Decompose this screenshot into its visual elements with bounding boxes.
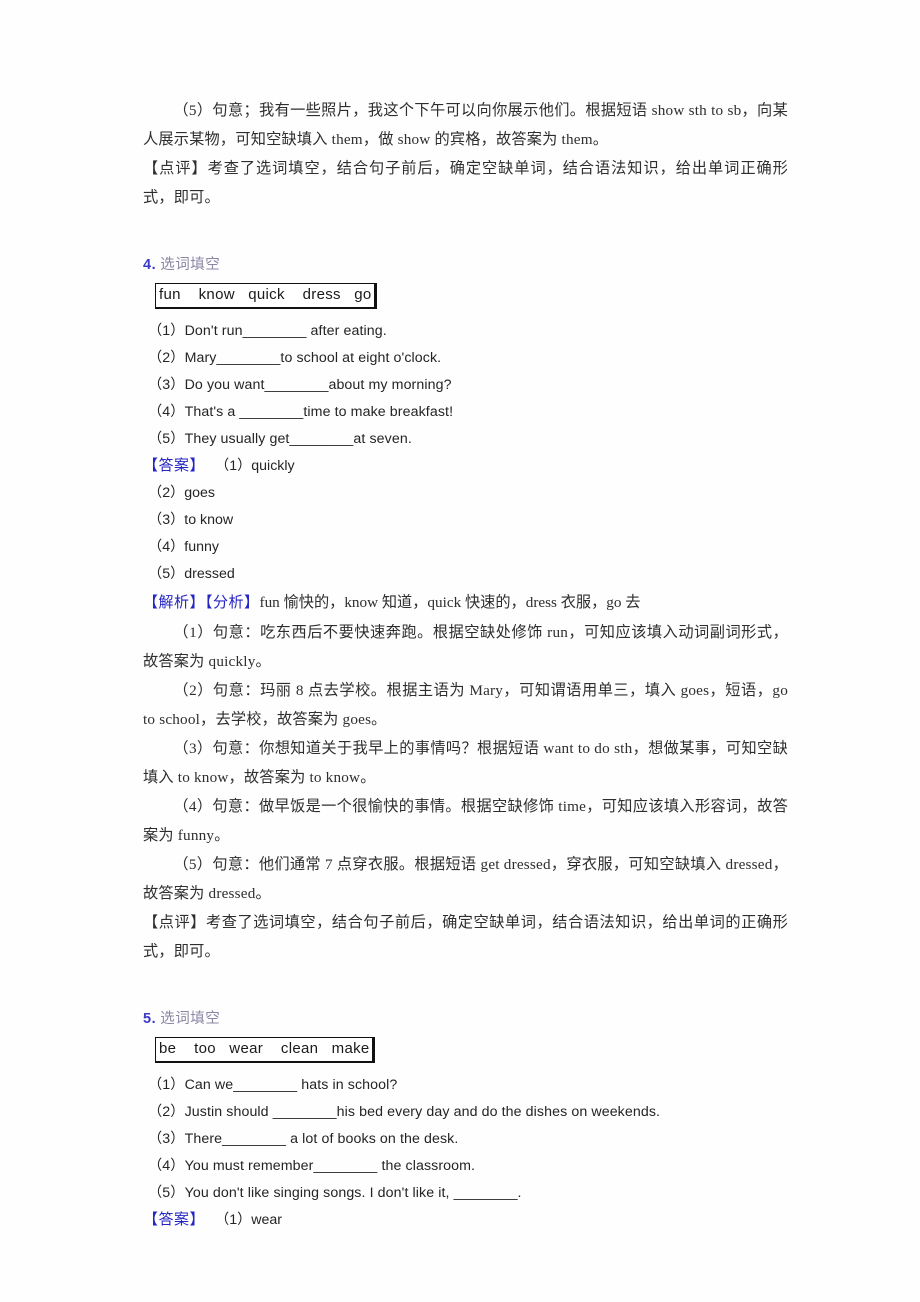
word-bank-words-5: be too wear clean make (159, 1040, 370, 1057)
question-item: （3）Do you want________about my morning? (148, 377, 452, 393)
word-bank-words-4: fun know quick dress go (159, 286, 372, 303)
question-item: （2）Mary________to school at eight o'cloc… (148, 350, 442, 366)
explanation-item-5: （5）句意；我有一些照片，我这个下午可以向你展示他们。根据短语 show sth… (143, 102, 788, 148)
answer-item-row: （3）to know (148, 512, 234, 528)
answer-first-line-5: 【答案】 （1）wear (143, 1207, 788, 1234)
question-item: （1）Can we________ hats in school? (148, 1077, 398, 1093)
comment-body-top: 考查了选词填空，结合句子前后，确定空缺单词，结合语法知识，给出单词正确形式，即可… (143, 160, 788, 206)
question-item: （4）That's a ________time to make breakfa… (148, 404, 454, 420)
answer-tag-4: 【答案】 (143, 458, 206, 474)
comment-paragraph-4: 【点评】考查了选词填空，结合句子前后，确定空缺单词，结合语法知识，给出单词的正确… (143, 908, 788, 966)
analysis-item: （2）句意：玛丽 8 点去学校。根据主语为 Mary，可知谓语用单三，填入 go… (143, 682, 788, 728)
answer-item-row: （2）goes (148, 485, 216, 501)
page-content: （5）句意；我有一些照片，我这个下午可以向你展示他们。根据短语 show sth… (143, 96, 788, 1234)
section-title-5: 选词填空 (160, 1011, 221, 1027)
analysis-tag-4: 【解析】 (143, 595, 206, 611)
document-page: （5）句意；我有一些照片，我这个下午可以向你展示他们。根据短语 show sth… (0, 0, 920, 1302)
answer-item: （1）quickly (215, 458, 295, 474)
section-title-4: 选词填空 (160, 257, 221, 273)
comment-paragraph-top: 【点评】考查了选词填空，结合句子前后，确定空缺单词，结合语法知识，给出单词正确形… (143, 154, 788, 212)
comment-tag-4: 【点评】 (143, 914, 206, 931)
word-bank-box-4: fun know quick dress go (155, 283, 377, 309)
analysis-item: （4）句意：做早饭是一个很愉快的事情。根据空缺修饰 time，可知应该填入形容词… (143, 798, 788, 844)
answer-first-line-4: 【答案】 （1）quickly (143, 453, 788, 480)
answer-item-row: （4）funny (148, 539, 219, 555)
answer-tag-5: 【答案】 (143, 1212, 206, 1228)
section-heading-4: 4. 选词填空 (143, 252, 788, 278)
question-item: （1）Don't run________ after eating. (148, 323, 387, 339)
analysis-item: （5）句意：他们通常 7 点穿衣服。根据短语 get dressed，穿衣服，可… (143, 856, 788, 902)
analysis-heading-4: 【解析】【分析】fun 愉快的，know 知道，quick 快速的，dress … (143, 588, 788, 618)
analysis-head-text-4: fun 愉快的，know 知道，quick 快速的，dress 衣服，go 去 (259, 594, 641, 611)
analysis-item: （1）句意：吃东西后不要快速奔跑。根据空缺处修饰 run，可知应该填入动词副词形… (143, 624, 788, 670)
question-item: （2）Justin should ________his bed every d… (148, 1104, 661, 1120)
section-number-4: 4. (143, 257, 157, 273)
section-heading-5: 5. 选词填空 (143, 1006, 788, 1032)
analysis-subtag-4: 【分析】 (205, 595, 260, 611)
comment-body-4: 考查了选词填空，结合句子前后，确定空缺单词，结合语法知识，给出单词的正确形式，即… (143, 914, 788, 960)
word-bank-box-5: be too wear clean make (155, 1037, 375, 1063)
question-item: （3）There________ a lot of books on the d… (148, 1131, 459, 1147)
analysis-item: （3）句意：你想知道关于我早上的事情吗？根据短语 want to do sth，… (143, 740, 788, 786)
section-number-5: 5. (143, 1011, 157, 1027)
comment-tag-top: 【点评】 (143, 160, 208, 177)
question-item: （5）They usually get________at seven. (148, 431, 412, 447)
question-item: （5）You don't like singing songs. I don't… (148, 1185, 522, 1201)
question-item: （4）You must remember________ the classro… (148, 1158, 476, 1174)
answer-item: （1）wear (215, 1212, 283, 1228)
answer-item-row: （5）dressed (148, 566, 235, 582)
